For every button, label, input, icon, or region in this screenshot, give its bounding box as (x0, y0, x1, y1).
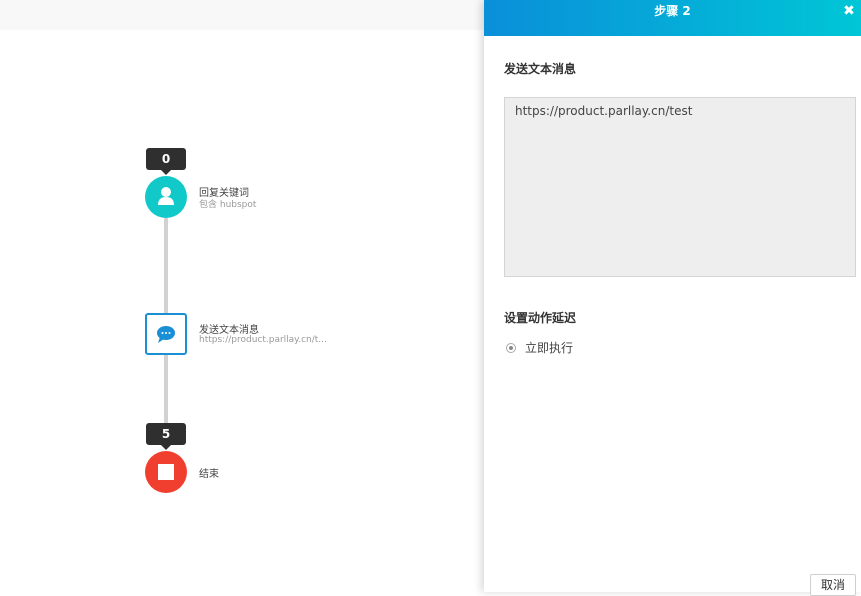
step-editor-panel: 步骤 2 ✖ 发送文本消息 https://product.parllay.cn… (484, 0, 861, 596)
step-count-badge: 0 (146, 148, 186, 175)
send-message-node[interactable] (145, 313, 187, 355)
end-node[interactable] (145, 451, 187, 493)
chat-bubble-icon (157, 326, 175, 343)
send-message-node-title: 发送文本消息 (199, 325, 259, 336)
cancel-button[interactable]: 取消 (810, 574, 856, 596)
message-textarea[interactable]: https://product.parllay.cn/test (504, 97, 856, 277)
flow-canvas (0, 30, 484, 592)
immediate-option[interactable]: 立即执行 (506, 339, 573, 356)
stop-icon (158, 464, 174, 480)
flow-connector (164, 355, 168, 423)
message-section-title: 发送文本消息 (504, 62, 577, 76)
delay-section-title: 设置动作延迟 (504, 311, 577, 325)
flow-connector (164, 218, 168, 314)
panel-header: 步骤 2 ✖ (484, 0, 861, 36)
immediate-radio-label: 立即执行 (525, 341, 574, 355)
top-bar (0, 0, 484, 30)
trigger-node-subtitle: 包含 hubspot (199, 200, 257, 210)
close-icon[interactable]: ✖ (841, 2, 857, 20)
panel-title: 步骤 2 (654, 4, 691, 18)
trigger-node[interactable] (145, 176, 187, 218)
immediate-radio[interactable] (506, 342, 516, 353)
end-node-title: 结束 (199, 469, 219, 480)
send-message-node-subtitle: https://product.parllay.cn/t... (199, 335, 327, 345)
user-icon (158, 187, 174, 205)
end-count-badge: 5 (146, 423, 186, 450)
